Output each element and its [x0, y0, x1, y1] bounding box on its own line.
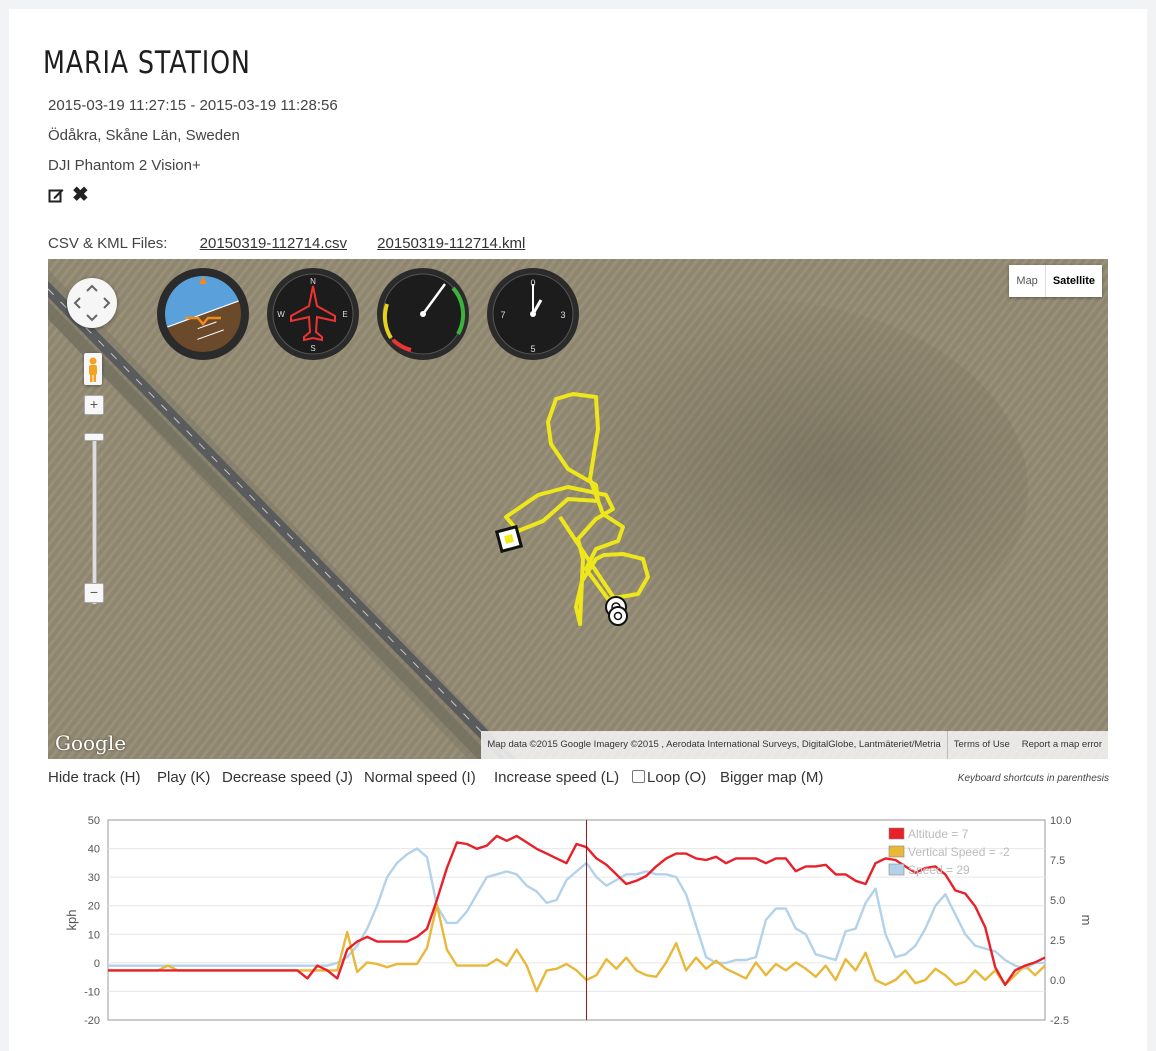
left-tick-label: 30 [88, 872, 100, 884]
right-tick-label: 5.0 [1050, 895, 1065, 907]
left-axis-ticks: 50 40 30 20 10 0 -10 -20 [84, 815, 100, 1027]
left-axis-label: kph [64, 910, 79, 931]
right-tick-label: -2.5 [1050, 1015, 1069, 1027]
right-tick-label: 7.5 [1050, 855, 1065, 867]
right-tick-label: 10.0 [1050, 815, 1071, 827]
left-tick-label: 0 [94, 958, 100, 970]
right-axis-label: m [1079, 915, 1094, 926]
left-tick-label: 50 [88, 815, 100, 827]
legend-label: Altitude = 7 [908, 827, 969, 841]
legend-swatch [888, 845, 905, 858]
right-tick-label: 2.5 [1050, 935, 1065, 947]
left-tick-label: 20 [88, 901, 100, 913]
legend-swatch [888, 863, 905, 876]
legend-label: Vertical Speed = -2 [908, 845, 1010, 859]
left-tick-label: -20 [84, 1015, 100, 1027]
legend-swatch [888, 827, 905, 840]
left-tick-label: 40 [88, 844, 100, 856]
left-tick-label: 10 [88, 929, 100, 941]
right-axis-ticks: 10.0 7.5 5.0 2.5 0.0 -2.5 [1050, 815, 1071, 1027]
telemetry-chart: 50 40 30 20 10 0 -10 -20 10.0 7.5 5.0 2.5 0.0 -2.5 k… [64, 815, 1094, 1027]
plot-area [107, 819, 1046, 1021]
right-tick-label: 0.0 [1050, 975, 1065, 987]
left-tick-label: -10 [84, 986, 100, 998]
legend-label: Speed = 29 [908, 863, 970, 877]
